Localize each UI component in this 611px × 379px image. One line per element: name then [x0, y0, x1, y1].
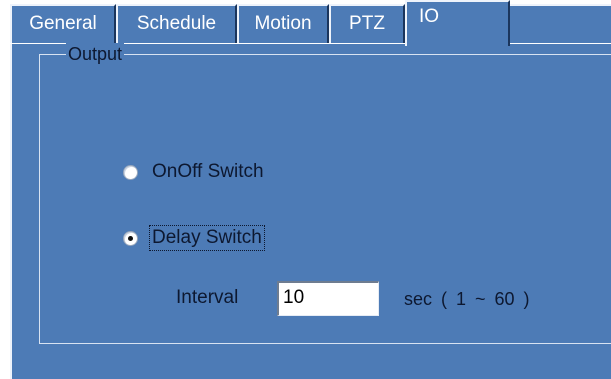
onoff-switch-radio[interactable] — [123, 164, 138, 180]
interval-range-hint: sec ( 1 ~ 60 ) — [404, 289, 530, 309]
tab-schedule[interactable]: Schedule — [116, 4, 237, 43]
delay-switch-label[interactable]: Delay Switch — [149, 225, 265, 251]
io-settings-dialog: General Schedule Motion PTZ IO Output On… — [0, 0, 611, 379]
tab-io[interactable]: IO — [405, 0, 510, 46]
delay-switch-option[interactable]: Delay Switch — [123, 225, 265, 251]
tab-ptz[interactable]: PTZ — [329, 4, 405, 43]
output-groupbox-title: Output — [66, 43, 125, 65]
onoff-switch-label[interactable]: OnOff Switch — [150, 160, 266, 184]
onoff-switch-option[interactable]: OnOff Switch — [123, 160, 266, 184]
interval-label: Interval — [176, 287, 239, 308]
delay-switch-radio[interactable] — [123, 230, 138, 246]
tab-general[interactable]: General — [10, 4, 116, 43]
tab-strip-filler — [510, 4, 611, 43]
tab-motion[interactable]: Motion — [237, 4, 329, 43]
interval-input[interactable]: 10 — [277, 281, 379, 316]
tab-strip: General Schedule Motion PTZ IO — [0, 0, 611, 46]
